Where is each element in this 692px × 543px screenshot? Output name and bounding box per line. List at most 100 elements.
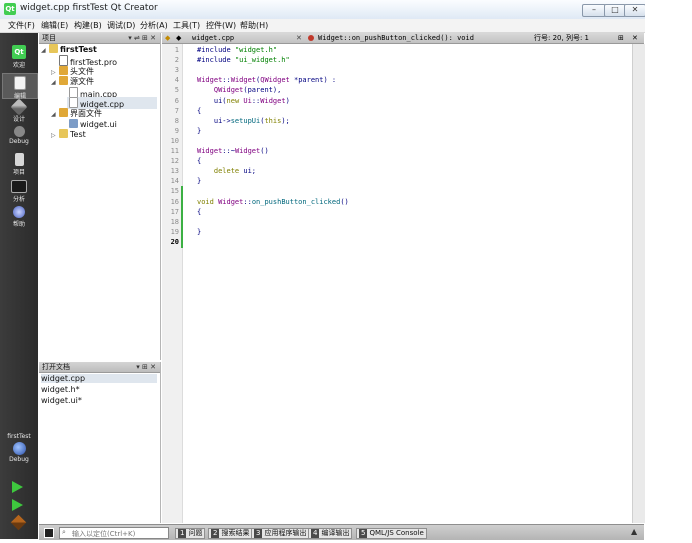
open-doc-item[interactable]: widget.ui* — [41, 396, 82, 405]
file-selector[interactable]: widget.cpp — [192, 33, 234, 43]
menu-analyze[interactable]: 分析(A) — [140, 20, 168, 31]
mode-edit[interactable]: 编辑 — [2, 73, 38, 100]
toggle-sidebar-icon[interactable] — [44, 528, 54, 538]
tab-number: 3 — [254, 529, 263, 538]
search-icon: ⌕ — [62, 528, 66, 536]
panel-toolbar-icons[interactable]: ▾ ⊞ ✕ — [136, 362, 156, 372]
tab-number: 1 — [178, 529, 187, 538]
line-number: 2 — [174, 56, 179, 65]
close-editor-icon[interactable]: ✕ — [632, 33, 638, 43]
forms-folder-icon — [59, 108, 68, 117]
expand-arrow-icon[interactable]: ▷ — [51, 69, 59, 76]
open-documents-title: 打开文档 — [42, 363, 70, 371]
line-number: 11 — [170, 147, 179, 155]
cursor-position[interactable]: 行号: 20, 列号: 1 — [534, 33, 589, 43]
mode-debug[interactable]: Debug — [2, 126, 36, 145]
mode-projects[interactable]: 项目 — [2, 153, 36, 176]
tree-item-test[interactable]: ▷ Test — [51, 129, 86, 139]
output-panel-toggle-icon[interactable]: ▲ — [631, 527, 637, 536]
ui-file-icon — [69, 119, 78, 128]
nav-forward-icon[interactable]: ◆ — [176, 33, 181, 43]
mode-help[interactable]: 帮助 — [2, 206, 36, 228]
menu-bar: 文件(F) 编辑(E) 构建(B) 调试(D) 分析(A) 工具(T) 控件(W… — [0, 19, 648, 33]
output-tab-compile-output[interactable]: 4 编译输出 — [308, 528, 353, 539]
project-folder-icon — [49, 44, 58, 53]
qt-creator-app-icon: Qt — [4, 3, 16, 15]
mode-welcome[interactable]: Qt 欢迎 — [2, 45, 36, 69]
menu-help[interactable]: 帮助(H) — [240, 20, 268, 31]
build-hammer-icon[interactable] — [10, 514, 27, 531]
line-number: 10 — [170, 136, 179, 145]
collapse-arrow-icon[interactable]: ◢ — [51, 79, 59, 86]
line-number: 18 — [170, 217, 179, 226]
minimize-button[interactable]: – — [582, 4, 606, 17]
code-line: ui->setupUi(this); — [197, 116, 290, 125]
modified-lines-marker — [181, 186, 183, 248]
open-documents-header: 打开文档 ▾ ⊞ ✕ — [39, 362, 160, 373]
menu-debug[interactable]: 调试(D) — [107, 20, 135, 31]
tab-label: QML/JS Console — [369, 529, 424, 537]
menu-build[interactable]: 构建(B) — [74, 20, 102, 31]
headers-folder-icon — [59, 66, 68, 75]
tree-item-sources[interactable]: ◢ 源文件 — [51, 76, 94, 87]
tree-item-label: Test — [70, 130, 86, 139]
tree-item-label: 界面文件 — [70, 109, 102, 118]
mode-bar: Qt 欢迎 编辑 设计 Debug 项目 分析 帮助 firstTest Deb… — [0, 33, 38, 539]
line-number: 19 — [170, 227, 179, 236]
code-line: #include "widget.h" — [197, 46, 278, 54]
output-tab-qml-console[interactable]: 5 QML/JS Console — [356, 528, 427, 539]
vertical-scrollbar[interactable] — [632, 44, 645, 523]
mode-analyze[interactable]: 分析 — [2, 180, 36, 203]
locator-input[interactable]: ⌕ 输入以定位(Ctrl+K) — [59, 527, 169, 539]
help-icon — [13, 206, 25, 218]
kit-build-label: Debug — [9, 456, 29, 463]
line-number: 13 — [170, 167, 179, 176]
open-doc-item[interactable]: widget.cpp — [41, 374, 157, 383]
symbol-icon — [308, 35, 314, 41]
run-icon[interactable] — [12, 481, 23, 493]
nav-back-icon[interactable]: ◆ — [165, 33, 170, 43]
code-line: } — [197, 177, 202, 186]
tree-item-firsttest[interactable]: ◢ firstTest — [41, 44, 97, 54]
expand-arrow-icon[interactable]: ▷ — [51, 132, 59, 139]
collapse-arrow-icon[interactable]: ◢ — [41, 47, 49, 54]
kit-selector[interactable]: firstTest Debug — [2, 433, 36, 463]
split-icon[interactable]: ⊞ — [618, 33, 624, 43]
debug-run-icon[interactable] — [12, 499, 23, 511]
tab-label: 应用程序输出 — [264, 529, 307, 537]
line-number: 17 — [170, 207, 179, 216]
collapse-arrow-icon[interactable]: ◢ — [51, 111, 59, 118]
panel-toolbar-icons[interactable]: ▾ ⇌ ⊞ ✕ — [128, 33, 156, 43]
project-panel-title[interactable]: 项目 — [42, 34, 56, 42]
line-number: 5 — [174, 86, 179, 95]
open-doc-item[interactable]: widget.h* — [41, 385, 80, 394]
line-number-gutter: 1234◢567891011◢1213141516◢17181920 — [162, 44, 198, 523]
output-tab-search-results[interactable]: 2 搜索结果 — [208, 528, 253, 539]
menu-tools[interactable]: 工具(T) — [173, 20, 200, 31]
tree-item-label: firstTest — [60, 45, 97, 54]
close-file-icon[interactable]: ✕ — [296, 33, 302, 43]
line-number: 7 — [174, 106, 179, 115]
line-number: 8 — [174, 116, 179, 125]
symbol-selector[interactable]: Widget::on_pushButton_clicked(): void — [318, 33, 474, 43]
line-number: 16 — [170, 197, 179, 206]
menu-widgets[interactable]: 控件(W) — [206, 20, 236, 31]
mode-label: 项目 — [12, 169, 25, 176]
maximize-button[interactable]: □ — [604, 4, 626, 17]
output-tab-application-output[interactable]: 3 应用程序输出 — [251, 528, 310, 539]
edit-document-icon — [14, 76, 26, 90]
menu-file[interactable]: 文件(F) — [8, 20, 35, 31]
line-number: 15 — [170, 187, 179, 196]
tree-item-widget-ui[interactable]: widget.ui — [69, 119, 117, 129]
code-line: #include "ui_widget.h" — [197, 56, 290, 65]
output-tab-issues[interactable]: 1 问题 — [175, 528, 206, 539]
code-line: { — [197, 106, 202, 115]
tree-item-forms[interactable]: ◢ 界面文件 — [51, 108, 102, 119]
close-button[interactable]: ✕ — [624, 4, 646, 17]
mode-label: 帮助 — [12, 221, 25, 228]
mode-design[interactable]: 设计 — [2, 98, 36, 123]
line-number: 12 — [170, 157, 179, 166]
menu-edit[interactable]: 编辑(E) — [41, 20, 68, 31]
mode-label: Debug — [9, 138, 29, 145]
code-editor[interactable]: #include "widget.h" #include "ui_widget.h… — [183, 44, 631, 523]
